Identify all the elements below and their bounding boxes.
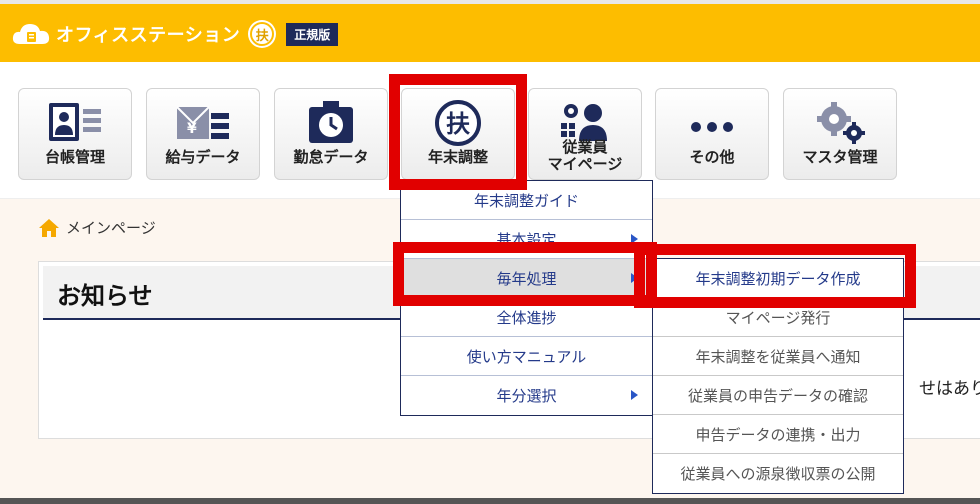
submenu-item-label: 年末調整を従業員へ通知 xyxy=(695,347,861,366)
submenu-item-label: 従業員への源泉徴収票の公開 xyxy=(680,465,876,483)
nav-tile-other[interactable]: その他 xyxy=(655,88,769,180)
master-settings-icon xyxy=(808,99,872,147)
submenu-item-label: 申告データの連携・出力 xyxy=(695,425,861,444)
menu-item-label: 毎年処理 xyxy=(496,269,557,288)
submenu-item-export-data[interactable]: 申告データの連携・出力 xyxy=(653,415,903,454)
submenu-item-mypage-issue[interactable]: マイページ発行 xyxy=(653,298,903,337)
app-name: オフィスステーション xyxy=(56,25,241,46)
year-end-dropdown-menu: 年末調整ガイド 基本設定 毎年処理 全体進捗 使い方マニュアル 年分選択 xyxy=(400,180,653,416)
cloud-logo-icon xyxy=(12,24,50,44)
nav-tile-label-line2: マイページ xyxy=(547,155,623,173)
submenu-item-notify-employees[interactable]: 年末調整を従業員へ通知 xyxy=(653,337,903,376)
svg-text:¥: ¥ xyxy=(187,121,197,137)
nav-tile-label: 勤怠データ xyxy=(293,148,369,166)
nav-tile-label: 従業員 xyxy=(562,138,608,156)
submenu-arrow-icon xyxy=(631,273,638,283)
submenu-arrow-icon xyxy=(631,234,638,244)
nav-tile-year-end[interactable]: 扶 年末調整 xyxy=(401,88,515,180)
menu-item-label: 基本設定 xyxy=(496,230,557,249)
nav-tile-label: マスタ管理 xyxy=(802,148,878,166)
submenu-item-check-declarations[interactable]: 従業員の申告データの確認 xyxy=(653,376,903,415)
menu-item-label: 使い方マニュアル xyxy=(466,347,587,366)
submenu-item-label: マイページ発行 xyxy=(725,308,831,327)
bottom-bar xyxy=(0,498,980,504)
breadcrumb-home-label: メインページ xyxy=(66,219,156,237)
edition-badge: 正規版 xyxy=(286,22,339,46)
nav-tile-ledger[interactable]: 台帳管理 xyxy=(18,88,132,180)
year-end-badge-char: 扶 xyxy=(446,110,470,138)
submenu-item-publish-withholding[interactable]: 従業員への源泉徴収票の公開 xyxy=(653,454,903,493)
nav-tile-attendance[interactable]: 勤怠データ xyxy=(274,88,388,180)
fuyou-badge-icon: 扶 xyxy=(250,22,275,46)
nav-tile-label: 年末調整 xyxy=(427,148,488,166)
annual-processing-submenu: 年末調整初期データ作成 マイページ発行 年末調整を従業員へ通知 従業員の申告デー… xyxy=(652,258,904,494)
menu-item-label: 年分選択 xyxy=(496,387,557,405)
nav-tile-label: その他 xyxy=(689,148,735,166)
app-header: オフィスステーション 扶 正規版 xyxy=(0,0,980,62)
submenu-item-label: 従業員の申告データの確認 xyxy=(687,386,868,405)
nav-tile-master[interactable]: マスタ管理 xyxy=(783,88,897,180)
menu-item-guide[interactable]: 年末調整ガイド xyxy=(401,181,652,220)
menu-item-manual[interactable]: 使い方マニュアル xyxy=(401,337,652,376)
menu-item-label: 年末調整ガイド xyxy=(473,191,579,210)
app-logo[interactable]: オフィスステーション 扶 正規版 xyxy=(10,20,339,48)
nav-tile-label: 台帳管理 xyxy=(44,148,105,166)
nav-tile-employee-mypage[interactable]: 従業員 マイページ xyxy=(528,88,642,180)
breadcrumb[interactable]: メインページ xyxy=(38,217,156,238)
menu-item-year-select[interactable]: 年分選択 xyxy=(401,376,652,415)
menu-item-basic-settings[interactable]: 基本設定 xyxy=(401,220,652,259)
attendance-icon xyxy=(299,99,363,147)
notice-body-text: せはあり xyxy=(919,379,980,399)
menu-item-label: 全体進捗 xyxy=(496,308,557,327)
menu-item-overall-progress[interactable]: 全体進捗 xyxy=(401,298,652,337)
submenu-item-initial-data[interactable]: 年末調整初期データ作成 xyxy=(653,259,903,298)
submenu-arrow-icon xyxy=(631,390,638,400)
payroll-icon: ¥ xyxy=(171,99,235,147)
more-icon xyxy=(680,99,744,147)
nav-tile-label: 給与データ xyxy=(165,148,241,166)
year-end-adjustment-icon: 扶 xyxy=(426,99,490,147)
main-navbar: 台帳管理 ¥ 給与データ 勤怠データ 扶 年末調整 従業員 マイページ その他 … xyxy=(0,62,980,198)
menu-item-annual-processing[interactable]: 毎年処理 xyxy=(401,259,652,298)
home-icon xyxy=(39,218,59,237)
nav-tile-payroll[interactable]: ¥ 給与データ xyxy=(146,88,260,180)
submenu-item-label: 年末調整初期データ作成 xyxy=(695,269,861,288)
ledger-icon xyxy=(43,99,107,147)
